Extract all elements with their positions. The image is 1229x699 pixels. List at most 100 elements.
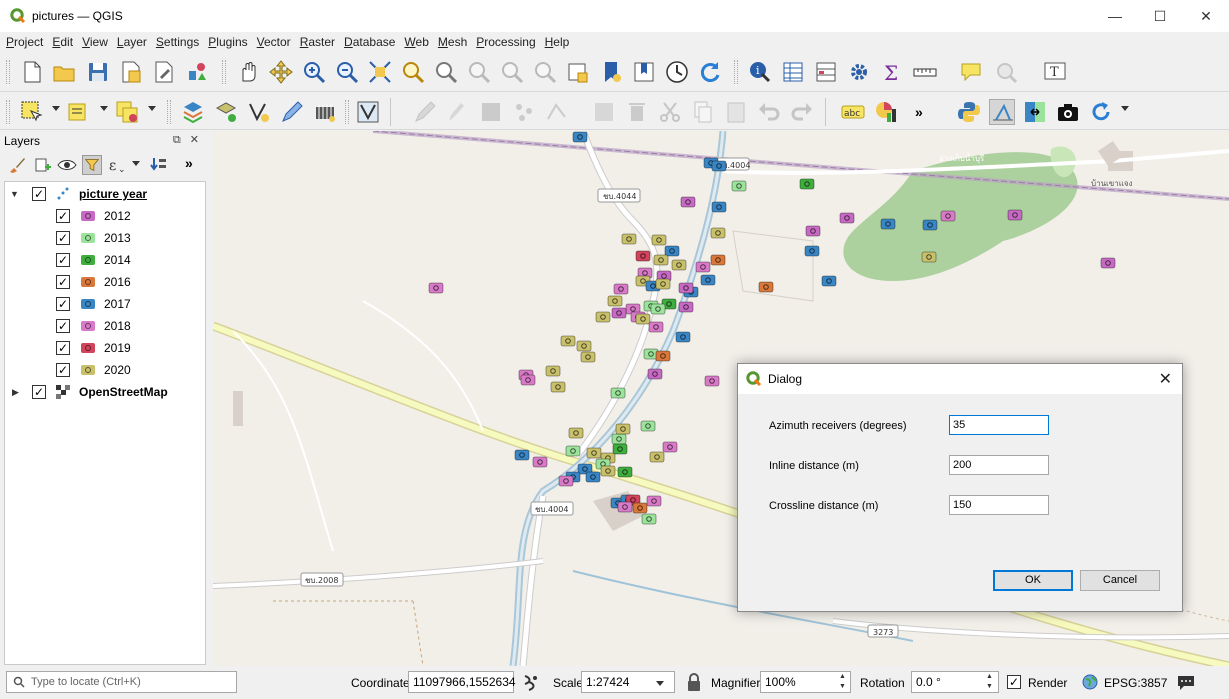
style-manager-icon[interactable] (184, 59, 210, 85)
camera-point-icon[interactable] (664, 245, 680, 257)
camera-point-icon[interactable] (678, 301, 694, 313)
category-checkbox[interactable]: ✓ (56, 209, 70, 223)
camera-point-icon[interactable] (880, 218, 896, 230)
zoom-native-icon[interactable] (466, 59, 492, 85)
crossline-distance-input[interactable]: 150 (949, 495, 1049, 515)
category-2019[interactable]: ✓ 2019 (5, 337, 205, 359)
collapse-arrow-icon[interactable]: ▼ (10, 189, 19, 199)
camera-point-icon[interactable] (680, 196, 696, 208)
rotate-dropdown-icon[interactable] (1121, 106, 1129, 111)
camera-point-icon[interactable] (520, 374, 536, 386)
plugin-seismic-icon[interactable] (989, 99, 1015, 125)
deselect-icon[interactable] (114, 99, 140, 125)
camera-point-icon[interactable] (585, 471, 601, 483)
camera-point-icon[interactable] (655, 350, 671, 362)
camera-point-icon[interactable] (649, 451, 665, 463)
camera-point-icon[interactable] (821, 275, 837, 287)
menu-plugins[interactable]: Plugins (208, 35, 247, 49)
layer-checkbox[interactable]: ✓ (32, 385, 46, 399)
camera-point-icon[interactable] (700, 274, 716, 286)
camera-point-icon[interactable] (635, 313, 651, 325)
camera-point-icon[interactable] (804, 245, 820, 257)
python-console-icon[interactable] (956, 99, 982, 125)
camera-point-icon[interactable] (545, 365, 561, 377)
minimize-button[interactable]: — (1092, 0, 1138, 32)
category-2013[interactable]: ✓ 2013 (5, 227, 205, 249)
magnifier-spin-arrows-icon[interactable]: ▲ ▼ (839, 672, 846, 692)
camera-point-icon[interactable] (650, 303, 666, 315)
locator-icon[interactable] (993, 59, 1019, 85)
camera-point-icon[interactable] (632, 502, 648, 514)
camera-point-icon[interactable] (558, 475, 574, 487)
filter-expression-icon[interactable]: ε ⌄ (108, 155, 128, 175)
layer-group-picture-year[interactable]: ▼ ✓ picture year (5, 183, 205, 205)
processing-toolbox-icon[interactable] (846, 59, 872, 85)
raster-icon[interactable] (312, 99, 338, 125)
menu-database[interactable]: Database (344, 35, 395, 49)
select-by-value-icon[interactable] (66, 99, 92, 125)
toolbar-grip[interactable] (222, 60, 226, 84)
camera-point-icon[interactable] (655, 278, 671, 290)
camera-point-icon[interactable] (617, 466, 633, 478)
inline-distance-input[interactable]: 200 (949, 455, 1049, 475)
deselect-dropdown-icon[interactable] (148, 106, 156, 111)
temporal-controller-icon[interactable] (664, 59, 690, 85)
camera-point-icon[interactable] (731, 180, 747, 192)
menu-view[interactable]: View (82, 35, 108, 49)
current-edits-icon[interactable] (355, 99, 381, 125)
layer-openstreetmap[interactable]: ▶ ✓ OpenStreetMap (5, 381, 205, 403)
camera-point-icon[interactable] (678, 282, 694, 294)
menu-processing[interactable]: Processing (476, 35, 535, 49)
layer-checkbox[interactable]: ✓ (32, 187, 46, 201)
camera-point-icon[interactable] (612, 443, 628, 455)
camera-point-icon[interactable] (647, 368, 663, 380)
new-bookmark-icon[interactable] (598, 59, 624, 85)
modify-attributes-icon[interactable] (591, 99, 617, 125)
open-project-icon[interactable] (51, 59, 77, 85)
menu-vector[interactable]: Vector (257, 35, 291, 49)
camera-point-icon[interactable] (921, 251, 937, 263)
azimuth-input[interactable]: 35 (949, 415, 1049, 435)
category-2020[interactable]: ✓ 2020 (5, 359, 205, 381)
camera-point-icon[interactable] (621, 233, 637, 245)
select-features-icon[interactable] (19, 99, 45, 125)
camera-point-icon[interactable] (635, 250, 651, 262)
lock-icon[interactable] (686, 672, 702, 692)
camera-point-icon[interactable] (711, 201, 727, 213)
menu-layer[interactable]: Layer (117, 35, 147, 49)
menu-mesh[interactable]: Mesh (438, 35, 467, 49)
camera-point-icon[interactable] (611, 307, 627, 319)
add-group-icon[interactable] (32, 155, 52, 175)
toolbar-grip[interactable] (6, 100, 10, 124)
style-brush-icon[interactable] (7, 155, 27, 175)
expand-all-icon[interactable] (148, 155, 168, 175)
menu-web[interactable]: Web (404, 35, 428, 49)
camera-point-icon[interactable] (560, 335, 576, 347)
coordinate-field[interactable]: 11097966,1552634 (408, 671, 516, 693)
category-checkbox[interactable]: ✓ (56, 231, 70, 245)
messages-icon[interactable] (1176, 672, 1196, 692)
render-checkbox[interactable]: ✓ (1007, 675, 1021, 689)
plugin-map-swipe-icon[interactable] (1022, 99, 1048, 125)
refresh-icon[interactable] (697, 59, 723, 85)
camera-point-icon[interactable] (1007, 209, 1023, 221)
category-checkbox[interactable]: ✓ (56, 275, 70, 289)
add-point-icon[interactable] (511, 99, 537, 125)
camera-point-icon[interactable] (1100, 257, 1116, 269)
camera-point-icon[interactable] (805, 225, 821, 237)
category-checkbox[interactable]: ✓ (56, 363, 70, 377)
attribute-table-icon[interactable] (780, 59, 806, 85)
camera-point-icon[interactable] (565, 445, 581, 457)
camera-point-icon[interactable] (648, 321, 664, 333)
save-edits-icon[interactable] (478, 99, 504, 125)
camera-point-icon[interactable] (695, 261, 711, 273)
camera-point-icon[interactable] (610, 387, 626, 399)
menu-help[interactable]: Help (545, 35, 570, 49)
menu-settings[interactable]: Settings (156, 35, 199, 49)
camera-point-icon[interactable] (704, 375, 720, 387)
camera-point-icon[interactable] (646, 495, 662, 507)
camera-point-icon[interactable] (922, 219, 938, 231)
category-2016[interactable]: ✓ 2016 (5, 271, 205, 293)
vertex-tool-icon[interactable] (544, 99, 570, 125)
pan-to-selection-icon[interactable] (268, 59, 294, 85)
